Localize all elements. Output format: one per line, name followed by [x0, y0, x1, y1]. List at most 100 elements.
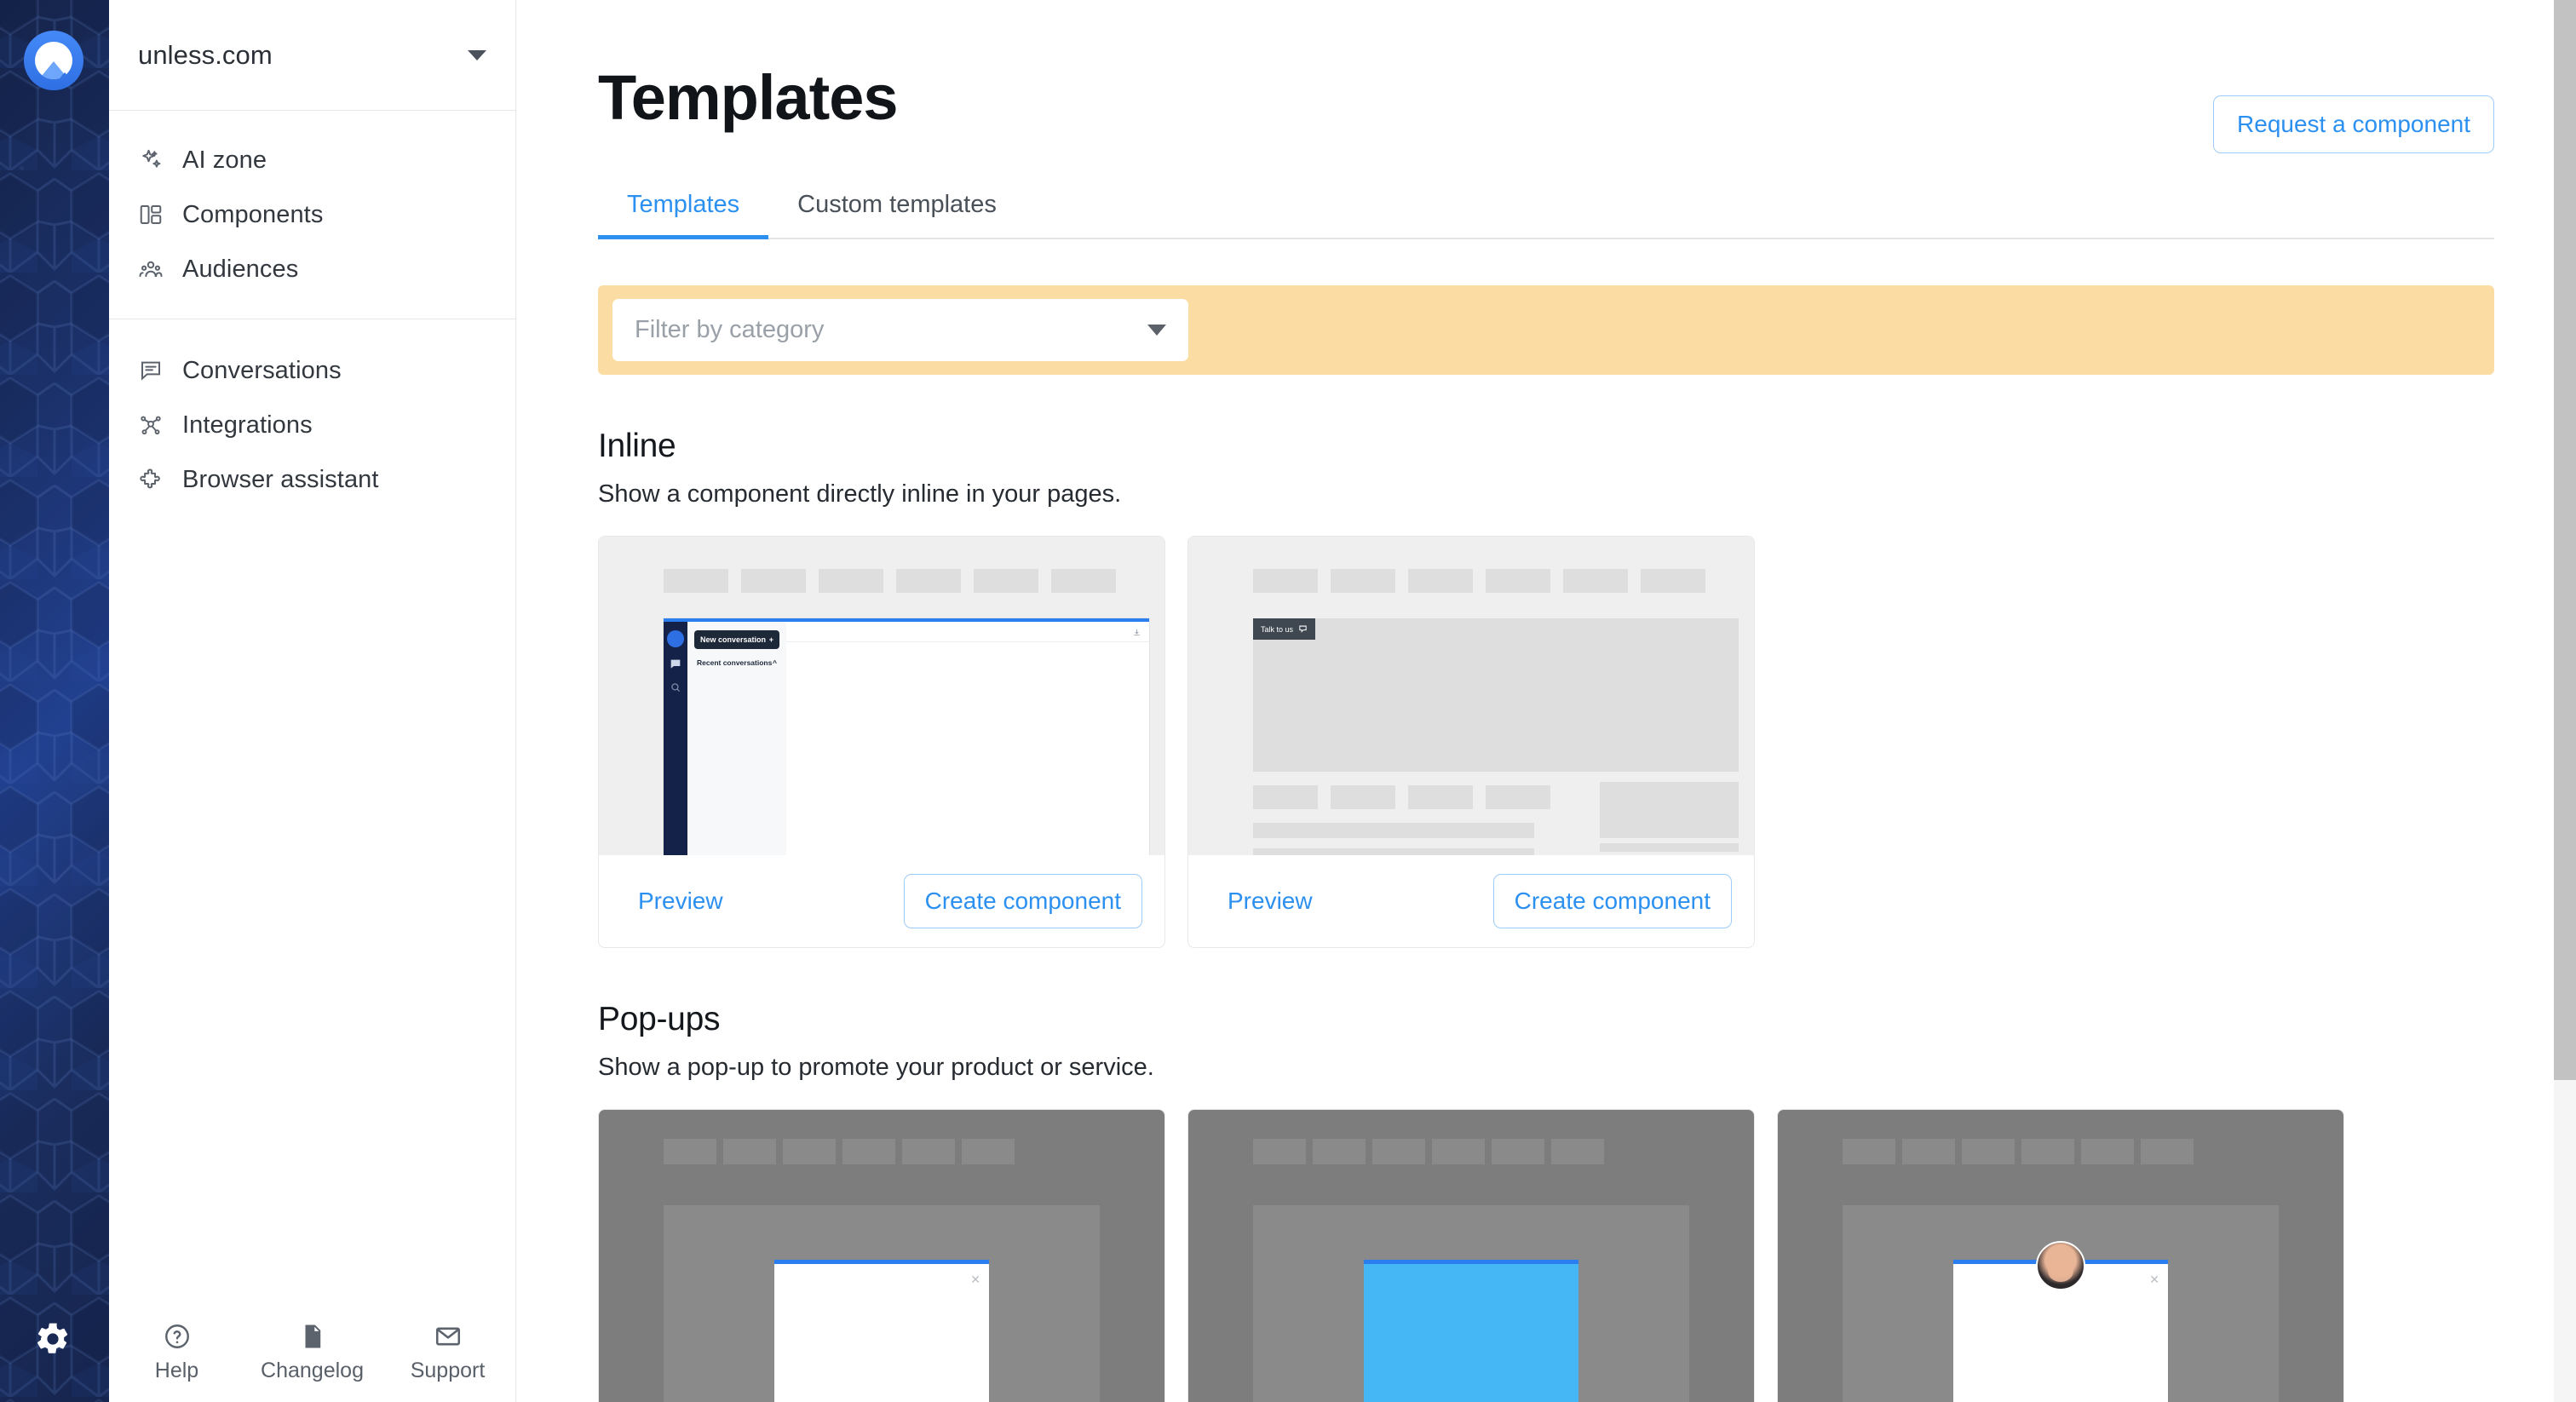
mock-new-conversation-label: New conversation — [700, 635, 767, 644]
popup-cyan-mock — [1188, 1110, 1754, 1402]
close-icon[interactable]: ✕ — [2149, 1273, 2159, 1287]
preview-link[interactable]: Preview — [1228, 888, 1313, 915]
main-inner: Templates Request a component Templates … — [516, 0, 2576, 1402]
section-inline: Inline Show a component directly inline … — [598, 428, 2494, 948]
help-button[interactable]: Help — [109, 1322, 244, 1383]
nav-group-primary: AI zone Components Audiences — [109, 111, 515, 296]
create-component-button[interactable]: Create component — [903, 874, 1142, 928]
chat-bubble-icon — [138, 358, 164, 383]
mock-nav-block — [1843, 1139, 1895, 1164]
section-popups: Pop-ups Show a pop-up to promote your pr… — [598, 1001, 2494, 1402]
request-a-component-button[interactable]: Request a component — [2213, 95, 2494, 153]
filter-placeholder: Filter by category — [635, 316, 825, 343]
mock-nav-block — [664, 569, 728, 593]
section-title: Inline — [598, 428, 676, 464]
inline-card-row: New conversation + Recent conversations … — [598, 536, 2494, 948]
mock-nav-block — [1051, 569, 1116, 593]
template-thumbnail[interactable]: Talk to us — [1188, 537, 1754, 855]
workspace-switcher[interactable]: unless.com — [109, 0, 515, 111]
tab-bar: Templates Custom templates — [598, 191, 2494, 239]
network-nodes-icon — [138, 412, 164, 438]
mock-nav-block — [1313, 1139, 1366, 1164]
sidebar-item-integrations[interactable]: Integrations — [109, 398, 515, 452]
template-thumbnail[interactable] — [1188, 1110, 1754, 1402]
mock-body-header — [786, 622, 1149, 642]
mock-topbar — [1778, 1110, 2343, 1164]
changelog-button[interactable]: Changelog — [244, 1322, 380, 1383]
sidebar-item-label: Integrations — [182, 411, 313, 439]
mock-nav-block — [1331, 569, 1395, 593]
mock-nav-block — [1408, 569, 1473, 593]
question-circle-icon — [163, 1322, 192, 1351]
talk-to-us-badge[interactable]: Talk to us — [1253, 618, 1316, 640]
sparkles-icon — [138, 147, 164, 173]
sidebar-item-audiences[interactable]: Audiences — [109, 242, 515, 296]
help-label: Help — [154, 1359, 199, 1382]
mock-block — [1253, 823, 1534, 838]
sidebar-item-conversations[interactable]: Conversations — [109, 343, 515, 398]
envelope-icon — [434, 1322, 463, 1351]
mock-nav-block — [741, 569, 806, 593]
mock-nav-block — [1432, 1139, 1485, 1164]
chat-bubble-icon — [1299, 625, 1307, 633]
scrollbar-thumb[interactable] — [2554, 0, 2576, 1080]
template-card: ✕ — [1777, 1109, 2344, 1402]
puzzle-piece-icon — [138, 467, 164, 492]
sidebar-item-browser-assistant[interactable]: Browser assistant — [109, 452, 515, 507]
brand-rail — [0, 0, 109, 1402]
mock-nav-block — [664, 1139, 716, 1164]
layout-blocks-icon — [138, 202, 164, 227]
create-component-button[interactable]: Create component — [1492, 874, 1732, 928]
avatar — [2036, 1241, 2085, 1290]
template-thumbnail[interactable]: ✕ — [1778, 1110, 2343, 1402]
vertical-scrollbar[interactable] — [2554, 0, 2576, 1402]
sidebar-item-label: Conversations — [182, 356, 342, 384]
inline-conversations-mock: New conversation + Recent conversations … — [599, 537, 1164, 855]
filter-by-category-select[interactable]: Filter by category — [612, 299, 1188, 361]
section-description: Show a pop-up to promote your product or… — [598, 1054, 1154, 1081]
talk-to-us-label: Talk to us — [1261, 624, 1294, 634]
card-footer: Preview Create component — [1188, 855, 1754, 947]
support-button[interactable]: Support — [380, 1322, 515, 1383]
mock-nav-block — [1253, 1139, 1306, 1164]
mock-nav-block — [1962, 1139, 2015, 1164]
sidebar-item-components[interactable]: Components — [109, 187, 515, 242]
changelog-label: Changelog — [261, 1359, 364, 1382]
nav-group-secondary: Conversations Integrations Browser assis… — [109, 319, 515, 507]
sidebar-item-label: AI zone — [182, 146, 267, 174]
mock-block — [1408, 785, 1473, 809]
mock-block — [1600, 782, 1739, 838]
template-thumbnail[interactable]: ✕ — [599, 1110, 1164, 1402]
gear-icon[interactable] — [34, 1320, 72, 1358]
template-card: New conversation + Recent conversations … — [598, 536, 1165, 948]
mock-nav-block — [783, 1139, 836, 1164]
mock-nav-block — [1902, 1139, 1955, 1164]
support-label: Support — [410, 1359, 486, 1382]
chevron-down-icon[interactable] — [468, 49, 486, 60]
popups-card-row: ✕ ✕ — [598, 1109, 2494, 1402]
mock-nav-block — [2081, 1139, 2134, 1164]
chevron-down-icon[interactable] — [1147, 325, 1166, 336]
sidebar: unless.com AI zone Components Audiences … — [109, 0, 516, 1402]
unless-logo-glyph — [35, 42, 72, 79]
mock-nav-block — [1641, 569, 1705, 593]
template-thumbnail[interactable]: New conversation + Recent conversations … — [599, 537, 1164, 855]
sidebar-item-ai-zone[interactable]: AI zone — [109, 133, 515, 187]
preview-link[interactable]: Preview — [638, 888, 723, 915]
tab-templates[interactable]: Templates — [598, 191, 769, 239]
unless-logo-icon[interactable] — [24, 31, 83, 90]
mock-nav-block — [1492, 1139, 1544, 1164]
inline-talk-to-us-mock: Talk to us — [1188, 537, 1754, 855]
mock-nav-block — [2021, 1139, 2074, 1164]
mock-new-conversation-button[interactable]: New conversation + — [694, 630, 779, 649]
mock-nav-block — [902, 1139, 955, 1164]
mock-app-rail — [664, 622, 687, 855]
tab-custom-templates[interactable]: Custom templates — [768, 191, 1026, 238]
mock-popup-dialog — [1364, 1260, 1578, 1402]
plus-icon: + — [768, 635, 773, 644]
mock-block — [1600, 843, 1739, 852]
close-icon[interactable]: ✕ — [970, 1273, 980, 1287]
popup-avatar-mock: ✕ — [1778, 1110, 2343, 1402]
download-icon — [1134, 629, 1140, 636]
main-content: Templates Request a component Templates … — [516, 0, 2576, 1402]
